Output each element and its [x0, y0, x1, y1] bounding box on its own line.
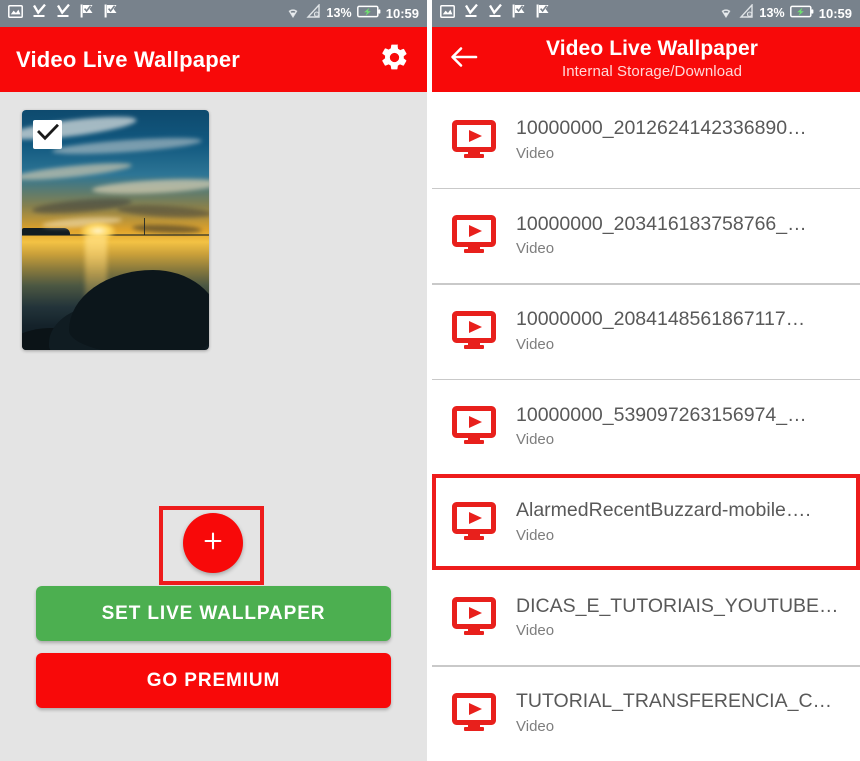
file-list-item[interactable]: 10000000_2012624142336890… Video [432, 92, 860, 188]
video-file-icon [450, 211, 498, 259]
distant-mast-shape [144, 218, 145, 235]
wifi-icon [285, 5, 301, 23]
file-name: 10000000_2084148561867117… [516, 307, 805, 331]
arrow-left-icon [450, 45, 478, 74]
download-check-icon [464, 4, 479, 23]
thumbnail-selected-checkbox[interactable] [33, 120, 62, 149]
cloud-shape [32, 196, 133, 217]
file-list-item[interactable]: 10000000_2084148561867117… Video [432, 283, 860, 379]
gear-icon [379, 42, 410, 78]
file-name: TUTORIAL_TRANSFERENCIA_C… [516, 689, 832, 713]
download-check-icon [32, 4, 47, 23]
battery-percent-label: 13% [759, 7, 784, 20]
file-meta: 10000000_203416183758766_… Video [516, 212, 807, 259]
file-type: Video [516, 526, 811, 546]
flag-check-icon [80, 4, 95, 23]
video-file-icon [450, 593, 498, 641]
file-type: Video [516, 239, 807, 259]
video-file-icon [450, 689, 498, 737]
back-button[interactable] [444, 40, 484, 80]
file-list-item[interactable]: 10000000_539097263156974_… Video [432, 379, 860, 475]
flag-check-icon [536, 4, 551, 23]
status-bar-right-icons: 13% 10:59 [285, 4, 419, 23]
video-file-icon [450, 498, 498, 546]
image-icon [8, 5, 23, 23]
cloud-shape [52, 135, 202, 157]
cloud-shape [117, 204, 209, 220]
app-bar-right: Video Live Wallpaper Internal Storage/Do… [432, 27, 860, 92]
file-meta: AlarmedRecentBuzzard-mobile…. Video [516, 498, 811, 545]
battery-percent-label: 13% [326, 7, 351, 20]
file-list-item-selected[interactable]: AlarmedRecentBuzzard-mobile…. Video [432, 474, 860, 570]
right-phone-screen: 13% 10:59 Video Live Wallpaper Internal … [432, 0, 860, 761]
app-title: Video Live Wallpaper [546, 37, 758, 61]
status-bar-left-icons [440, 4, 551, 23]
file-list-item[interactable]: 10000000_203416183758766_… Video [432, 188, 860, 284]
battery-charging-icon [790, 5, 814, 23]
cloud-shape [22, 160, 132, 183]
cloud-shape [132, 224, 202, 234]
file-meta: 10000000_539097263156974_… Video [516, 403, 807, 450]
file-name: 10000000_539097263156974_… [516, 403, 807, 427]
mobile-signal-icon [739, 4, 754, 23]
dual-screenshot-container: 13% 10:59 Video Live Wallpaper [0, 0, 860, 761]
app-bar-left: Video Live Wallpaper [0, 27, 427, 92]
status-bar-left: 13% 10:59 [0, 0, 427, 27]
file-meta: 10000000_2012624142336890… Video [516, 116, 807, 163]
set-live-wallpaper-button[interactable]: SET LIVE WALLPAPER [36, 586, 391, 641]
clock-label: 10:59 [386, 7, 419, 20]
file-type: Video [516, 717, 832, 737]
check-icon [37, 124, 59, 146]
flag-check-icon [104, 4, 119, 23]
breadcrumb-path: Internal Storage/Download [562, 62, 742, 82]
left-phone-screen: 13% 10:59 Video Live Wallpaper [0, 0, 427, 761]
battery-charging-icon [357, 5, 381, 23]
file-list-item[interactable]: DICAS_E_TUTORIAIS_YOUTUBE… Video [432, 570, 860, 666]
file-type: Video [516, 621, 839, 641]
file-name: 10000000_203416183758766_… [516, 212, 807, 236]
video-file-icon [450, 402, 498, 450]
flag-check-icon [512, 4, 527, 23]
settings-button[interactable] [377, 43, 411, 77]
file-type: Video [516, 335, 805, 355]
image-icon [440, 5, 455, 23]
go-premium-button[interactable]: GO PREMIUM [36, 653, 391, 708]
file-list[interactable]: 10000000_2012624142336890… Video 1000000… [432, 92, 860, 761]
video-file-icon [450, 307, 498, 355]
wifi-icon [718, 5, 734, 23]
file-meta: TUTORIAL_TRANSFERENCIA_C… Video [516, 689, 832, 736]
cloud-shape [92, 177, 209, 197]
clock-label: 10:59 [819, 7, 852, 20]
download-check-icon [488, 4, 503, 23]
video-file-icon [450, 116, 498, 164]
file-meta: 10000000_2084148561867117… Video [516, 307, 805, 354]
left-screen-body: SET LIVE WALLPAPER GO PREMIUM [0, 92, 427, 761]
wallpaper-thumbnail-card[interactable] [22, 110, 209, 350]
app-title: Video Live Wallpaper [16, 47, 240, 73]
status-bar-left-icons [8, 4, 119, 23]
mobile-signal-icon [306, 4, 321, 23]
app-bar-title-group: Video Live Wallpaper Internal Storage/Do… [484, 37, 820, 81]
add-video-fab[interactable] [183, 513, 243, 573]
file-name: AlarmedRecentBuzzard-mobile…. [516, 498, 811, 522]
file-name: DICAS_E_TUTORIAIS_YOUTUBE… [516, 594, 839, 618]
download-check-icon [56, 4, 71, 23]
status-bar-right-icons: 13% 10:59 [718, 4, 852, 23]
file-name: 10000000_2012624142336890… [516, 116, 807, 140]
plus-icon [201, 529, 225, 558]
status-bar-right: 13% 10:59 [432, 0, 860, 27]
file-type: Video [516, 430, 807, 450]
file-meta: DICAS_E_TUTORIAIS_YOUTUBE… Video [516, 594, 839, 641]
file-list-item[interactable]: TUTORIAL_TRANSFERENCIA_C… Video [432, 665, 860, 761]
file-type: Video [516, 144, 807, 164]
